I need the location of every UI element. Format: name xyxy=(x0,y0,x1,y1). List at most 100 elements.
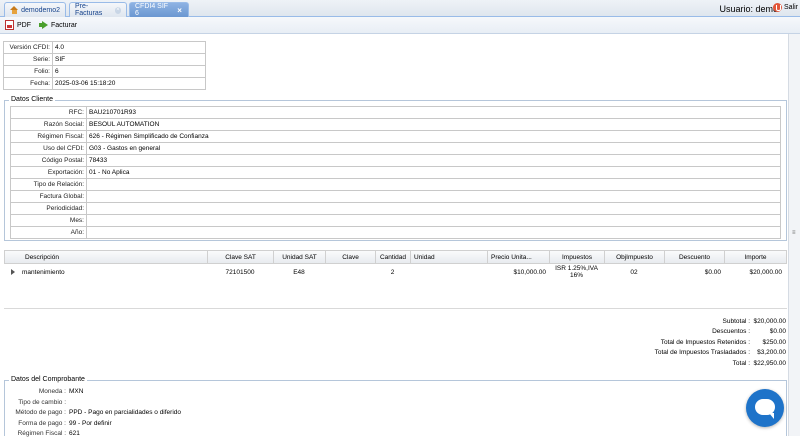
expand-icon[interactable] xyxy=(11,269,15,275)
field-row: Serie: SIF xyxy=(3,53,206,66)
pdf-icon xyxy=(5,20,14,30)
close-icon[interactable]: × xyxy=(114,6,121,14)
field-value: 4.0 xyxy=(52,41,206,54)
field-row: Código Postal: 78433 xyxy=(10,154,781,167)
close-icon[interactable]: × xyxy=(176,6,183,14)
total-value: $250.00 xyxy=(762,338,787,346)
facturar-icon xyxy=(39,20,48,30)
grid-header: Descripción Clave SAT Unidad SAT Clave C… xyxy=(4,250,787,264)
table-row[interactable]: mantenimiento 72101500 E48 2 $10,000.00 … xyxy=(4,264,787,280)
col-objimpuesto[interactable]: ObjImpuesto xyxy=(605,251,665,263)
col-descripcion[interactable]: Descripción xyxy=(5,251,208,263)
exit-label: Salir xyxy=(783,4,798,11)
field-key: Año: xyxy=(10,226,87,239)
field-key: Fecha: xyxy=(3,77,53,90)
pdf-button[interactable]: PDF xyxy=(5,20,31,30)
user-label: Usuario: demo xyxy=(719,4,778,14)
home-icon xyxy=(10,6,19,14)
col-unidad-sat[interactable]: Unidad SAT xyxy=(274,251,326,263)
field-key: Método de pago : xyxy=(15,409,66,416)
tab-pre-facturas[interactable]: Pre-Facturas × xyxy=(69,2,127,17)
field-row: Tipo de Relación: xyxy=(10,178,781,191)
field-key: RFC: xyxy=(10,106,87,119)
col-precio[interactable]: Precio Unita... xyxy=(488,251,550,263)
field-key: Código Postal: xyxy=(10,154,87,167)
field-row: Tipo de cambio : xyxy=(5,399,69,406)
grid-divider xyxy=(4,308,787,309)
field-value: 78433 xyxy=(86,154,781,167)
comprobante-legend: Datos del Comprobante xyxy=(9,376,87,383)
field-value: SIF xyxy=(52,53,206,66)
field-value: BESOUL AUTOMATION xyxy=(86,118,781,131)
total-label: Descuentos : xyxy=(712,328,750,336)
cell-precio: $10,000.00 xyxy=(513,268,546,276)
cell-impuestos: ISR 1.25%,IVA 16% xyxy=(555,265,598,279)
field-row: RFC: BAU210701R93 xyxy=(10,106,781,119)
field-key: Uso del CFDI: xyxy=(10,142,87,155)
field-value xyxy=(86,202,781,215)
total-value: $0.00 xyxy=(769,328,786,336)
col-clave-sat[interactable]: Clave SAT xyxy=(208,251,274,263)
col-cantidad[interactable]: Cantidad xyxy=(376,251,411,263)
cliente-fields: RFC: BAU210701R93 Razón Social: BESOUL AUT… xyxy=(10,106,781,239)
tab-label: CFDI4 SIF 6 xyxy=(135,3,169,17)
field-value: 99 - Por definir xyxy=(69,419,112,427)
field-row: Factura Global: xyxy=(10,190,781,203)
field-key: Régimen Fiscal: xyxy=(10,130,87,143)
cell-clave-sat: 72101500 xyxy=(225,268,255,276)
facturar-label: Facturar xyxy=(51,21,78,29)
cell-cantidad: 2 xyxy=(390,268,395,276)
tab-demodemo2[interactable]: demodemo2 xyxy=(4,2,66,17)
toolbar: PDF Facturar xyxy=(0,17,800,34)
tab-bar: demodemo2 Pre-Facturas × CFDI4 SIF 6 × U… xyxy=(0,0,800,17)
tab-label: Pre-Facturas xyxy=(75,3,103,17)
field-key: Mes: xyxy=(10,214,87,227)
field-key: Moneda : xyxy=(38,388,66,395)
col-clave[interactable]: Clave xyxy=(326,251,376,263)
field-row: Periodicidad: xyxy=(10,202,781,215)
field-key: Factura Global: xyxy=(10,190,87,203)
field-key: Serie: xyxy=(3,53,53,66)
col-impuestos[interactable]: Impuestos xyxy=(550,251,605,263)
total-label: Subtotal : xyxy=(722,318,750,325)
field-row: Año: xyxy=(10,226,781,239)
total-value: $3,200.00 xyxy=(757,349,786,357)
col-importe[interactable]: Importe xyxy=(725,251,786,263)
col-descuento[interactable]: Descuento xyxy=(665,251,725,263)
field-value: G03 - Gastos en general xyxy=(86,142,781,155)
facturar-button[interactable]: Facturar xyxy=(39,20,78,30)
tab-cfdi4-sif-6[interactable]: CFDI4 SIF 6 × xyxy=(129,2,189,17)
field-row: Exportación: 01 - No Aplica xyxy=(10,166,781,179)
tab-label: demodemo2 xyxy=(21,6,60,14)
cell-unidad-sat: E48 xyxy=(293,268,305,276)
field-row: Folio: 6 xyxy=(3,65,206,78)
field-key: Folio: xyxy=(3,65,53,78)
cell-importe: $20,000.00 xyxy=(749,268,782,276)
field-row: Forma de pago :99 - Por definir xyxy=(5,419,112,427)
total-label: Total de Impuestos Retenidos : xyxy=(660,338,750,346)
field-value xyxy=(86,178,781,191)
cliente-legend: Datos Cliente xyxy=(9,96,56,103)
col-unidad[interactable]: Unidad xyxy=(411,251,488,263)
field-value xyxy=(86,214,781,227)
total-row: Descuentos : $0.00 xyxy=(560,327,786,337)
field-row: Razón Social: BESOUL AUTOMATION xyxy=(10,118,781,131)
field-key: Forma de pago : xyxy=(18,419,66,427)
total-row: Total de Impuestos Retenidos : $250.00 xyxy=(560,338,786,348)
cell-descripcion: mantenimiento xyxy=(22,268,65,276)
comprobante-fieldset: Datos del Comprobante Moneda : MXN Tipo d… xyxy=(4,376,787,437)
field-row: Uso del CFDI: G03 - Gastos en general xyxy=(10,142,781,155)
collapsed-side-panel[interactable]: ≡ xyxy=(788,34,800,436)
exit-icon xyxy=(772,3,782,12)
field-key: Exportación: xyxy=(10,166,87,179)
field-row: Método de pago : PPD - Pago en parcialida… xyxy=(5,409,181,416)
field-key: Razón Social: xyxy=(10,118,87,131)
chevron-left-icon[interactable]: ≡ xyxy=(792,230,796,236)
row-expander[interactable] xyxy=(4,269,19,275)
field-key: Periodicidad: xyxy=(10,202,87,215)
field-row: Fecha: 2025-03-06 15:18:20 xyxy=(3,77,206,90)
field-row: Versión CFDI: 4.0 xyxy=(3,41,206,54)
field-value: BAU210701R93 xyxy=(86,106,781,119)
chat-widget-button[interactable] xyxy=(746,389,784,427)
exit-button[interactable]: Salir xyxy=(772,3,798,12)
